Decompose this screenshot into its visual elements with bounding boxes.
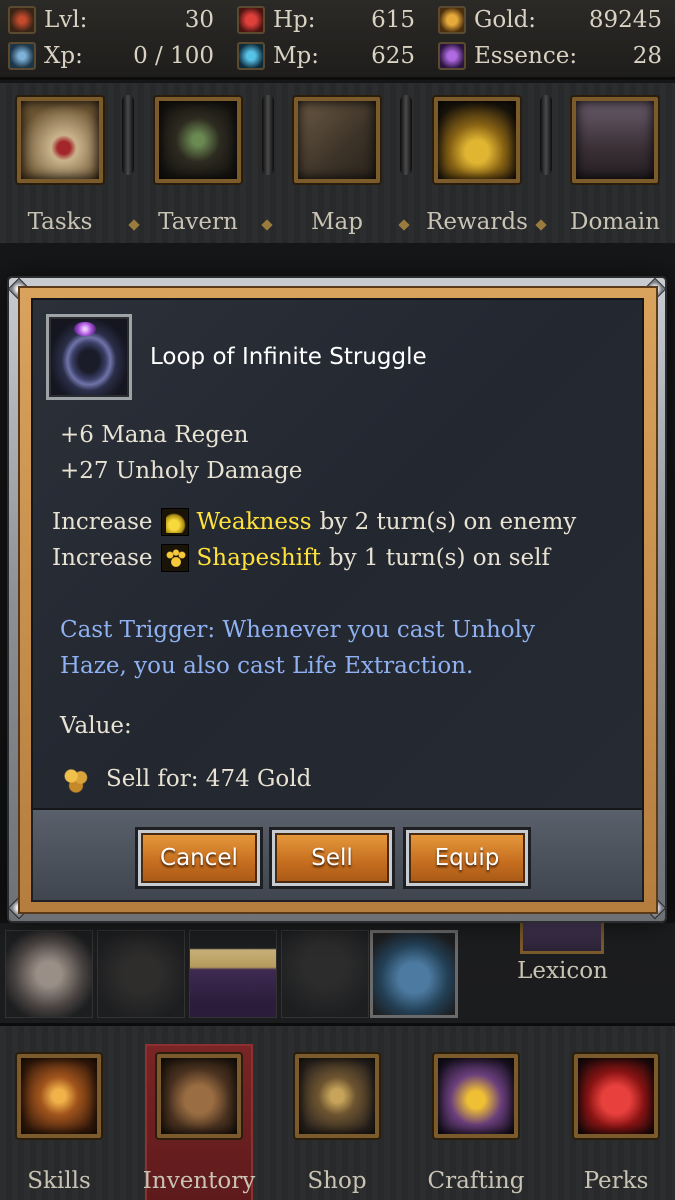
divider-diamond bbox=[535, 219, 547, 231]
cancel-button[interactable]: Cancel bbox=[138, 830, 260, 886]
gold-coins-icon bbox=[60, 764, 92, 794]
nav-divider bbox=[540, 95, 552, 175]
xp-value: 0 / 100 bbox=[133, 43, 214, 69]
top-nav: Tasks Tavern Map Rewards Domain bbox=[0, 83, 675, 243]
boots-slot[interactable] bbox=[97, 930, 185, 1018]
divider-diamond bbox=[398, 219, 410, 231]
nav-inventory-label: Inventory bbox=[142, 1168, 256, 1194]
nav-crafting-label: Crafting bbox=[427, 1168, 525, 1194]
cloak-slot[interactable] bbox=[281, 930, 369, 1018]
level-value: 30 bbox=[184, 7, 214, 33]
nav-perks[interactable]: Perks bbox=[551, 1054, 675, 1194]
lexicon-book-icon[interactable] bbox=[520, 920, 604, 954]
effect-suffix: by 2 turn(s) on enemy bbox=[319, 509, 577, 535]
heart-icon bbox=[237, 6, 265, 34]
map-icon bbox=[294, 97, 380, 183]
essence-stat: Essence: 28 bbox=[438, 39, 662, 73]
item-name: Loop of Infinite Struggle bbox=[150, 344, 427, 370]
essence-icon bbox=[438, 42, 466, 70]
belt-slot[interactable] bbox=[189, 930, 277, 1018]
mp-stat: Mp: 625 bbox=[237, 39, 415, 73]
sell-price: Sell for: 474 Gold bbox=[60, 764, 311, 794]
nav-rewards-label: Rewards bbox=[426, 209, 528, 235]
stats-bar: Lvl: 30 Xp: 0 / 100 Hp: 615 Mp: 625 Gold… bbox=[0, 0, 675, 80]
xp-icon bbox=[8, 42, 36, 70]
nav-divider bbox=[122, 95, 134, 175]
nav-skills-label: Skills bbox=[27, 1168, 91, 1194]
nav-inventory[interactable]: Inventory bbox=[134, 1054, 264, 1194]
nav-crafting[interactable]: Crafting bbox=[411, 1054, 541, 1194]
backpack-icon bbox=[157, 1054, 241, 1138]
nav-perks-label: Perks bbox=[583, 1168, 649, 1194]
xp-stat: Xp: 0 / 100 bbox=[8, 39, 214, 73]
scales-icon bbox=[295, 1054, 379, 1138]
tavern-wagon-icon bbox=[155, 97, 241, 183]
mana-orb-icon bbox=[237, 42, 265, 70]
rune-slot[interactable] bbox=[370, 930, 458, 1018]
hp-value: 615 bbox=[371, 7, 415, 33]
item-stat: +6 Mana Regen bbox=[60, 422, 249, 448]
effect-name: Shapeshift bbox=[196, 545, 321, 571]
gold-stat: Gold: 89245 bbox=[438, 3, 662, 37]
nav-rewards[interactable]: Rewards bbox=[417, 97, 537, 235]
effect-prefix: Increase bbox=[52, 545, 153, 571]
gauntlet-slot[interactable] bbox=[5, 930, 93, 1018]
gold-coins-icon bbox=[438, 6, 466, 34]
castle-icon bbox=[572, 97, 658, 183]
hp-stat: Hp: 615 bbox=[237, 3, 415, 37]
hp-label: Hp: bbox=[273, 7, 316, 33]
sell-button[interactable]: Sell bbox=[272, 830, 392, 886]
cast-trigger-text: Cast Trigger: Whenever you cast Unholy H… bbox=[60, 617, 535, 679]
value-label: Value: bbox=[60, 713, 132, 739]
nav-skills[interactable]: Skills bbox=[0, 1054, 124, 1194]
nav-divider bbox=[262, 95, 274, 175]
sell-price-text: Sell for: 474 Gold bbox=[106, 766, 312, 792]
level-stat: Lvl: 30 bbox=[8, 3, 214, 37]
nav-tasks-label: Tasks bbox=[27, 209, 93, 235]
nav-map-label: Map bbox=[311, 209, 363, 235]
hourglass-icon bbox=[434, 1054, 518, 1138]
divider-diamond bbox=[261, 219, 273, 231]
essence-label: Essence: bbox=[474, 43, 578, 69]
level-icon bbox=[8, 6, 36, 34]
effect-line: Increase Weakness by 2 turn(s) on enemy bbox=[52, 508, 576, 536]
ring-gem bbox=[74, 322, 96, 336]
level-label: Lvl: bbox=[44, 7, 88, 33]
nav-domain[interactable]: Domain bbox=[555, 97, 675, 235]
essence-value: 28 bbox=[632, 43, 662, 69]
mp-value: 625 bbox=[371, 43, 415, 69]
effect-line: Increase Shapeshift by 1 turn(s) on self bbox=[52, 544, 550, 572]
xp-label: Xp: bbox=[44, 43, 83, 69]
nav-divider bbox=[400, 95, 412, 175]
paw-icon bbox=[160, 544, 189, 572]
gold-pile-icon bbox=[434, 97, 520, 183]
nav-tasks[interactable]: Tasks bbox=[0, 97, 120, 235]
equip-button[interactable]: Equip bbox=[406, 830, 528, 886]
item-stat: +27 Unholy Damage bbox=[60, 458, 303, 484]
weakness-icon bbox=[160, 508, 189, 536]
effect-prefix: Increase bbox=[52, 509, 153, 535]
crossed-swords-icon bbox=[17, 1054, 101, 1138]
gold-label: Gold: bbox=[474, 7, 537, 33]
scroll-seal-icon bbox=[17, 97, 103, 183]
nav-domain-label: Domain bbox=[570, 209, 660, 235]
nav-tavern[interactable]: Tavern bbox=[138, 97, 258, 235]
heart-icon bbox=[574, 1054, 658, 1138]
gold-value: 89245 bbox=[588, 7, 662, 33]
effect-suffix: by 1 turn(s) on self bbox=[328, 545, 551, 571]
lexicon-label[interactable]: Lexicon bbox=[495, 958, 630, 984]
nav-tavern-label: Tavern bbox=[158, 209, 238, 235]
nav-shop-label: Shop bbox=[307, 1168, 367, 1194]
nav-shop[interactable]: Shop bbox=[272, 1054, 402, 1194]
mp-label: Mp: bbox=[273, 43, 320, 69]
effect-name: Weakness bbox=[196, 509, 312, 535]
bottom-nav: Skills Inventory Shop Crafting Perks bbox=[0, 1023, 675, 1200]
nav-map[interactable]: Map bbox=[277, 97, 397, 235]
